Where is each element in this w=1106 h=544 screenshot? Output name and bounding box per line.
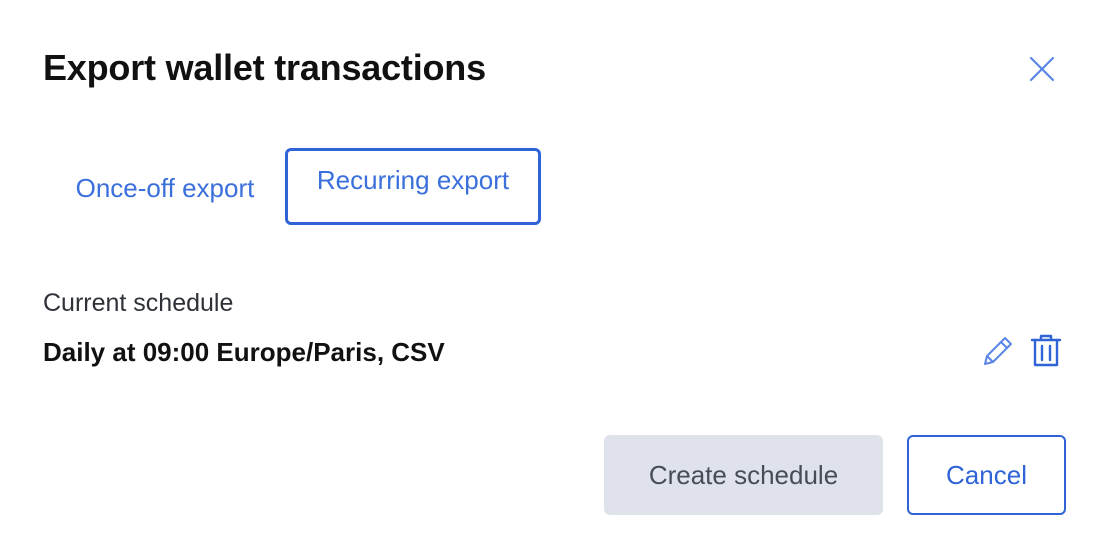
export-dialog: Export wallet transactions Once-off expo…	[0, 0, 1106, 544]
create-schedule-button[interactable]: Create schedule	[604, 435, 883, 515]
close-button[interactable]	[1021, 48, 1063, 90]
tab-once-off-export[interactable]: Once-off export	[52, 160, 278, 216]
tab-recurring-export[interactable]: Recurring export	[285, 148, 541, 225]
close-icon	[1029, 56, 1055, 82]
current-schedule-value: Daily at 09:00 Europe/Paris, CSV	[43, 337, 445, 367]
trash-icon	[1030, 334, 1062, 367]
pencil-icon	[984, 337, 1012, 365]
dialog-title: Export wallet transactions	[43, 47, 486, 88]
cancel-button[interactable]: Cancel	[907, 435, 1066, 515]
delete-schedule-button[interactable]	[1028, 331, 1064, 369]
edit-schedule-button[interactable]	[980, 332, 1016, 370]
current-schedule-label: Current schedule	[43, 289, 234, 317]
